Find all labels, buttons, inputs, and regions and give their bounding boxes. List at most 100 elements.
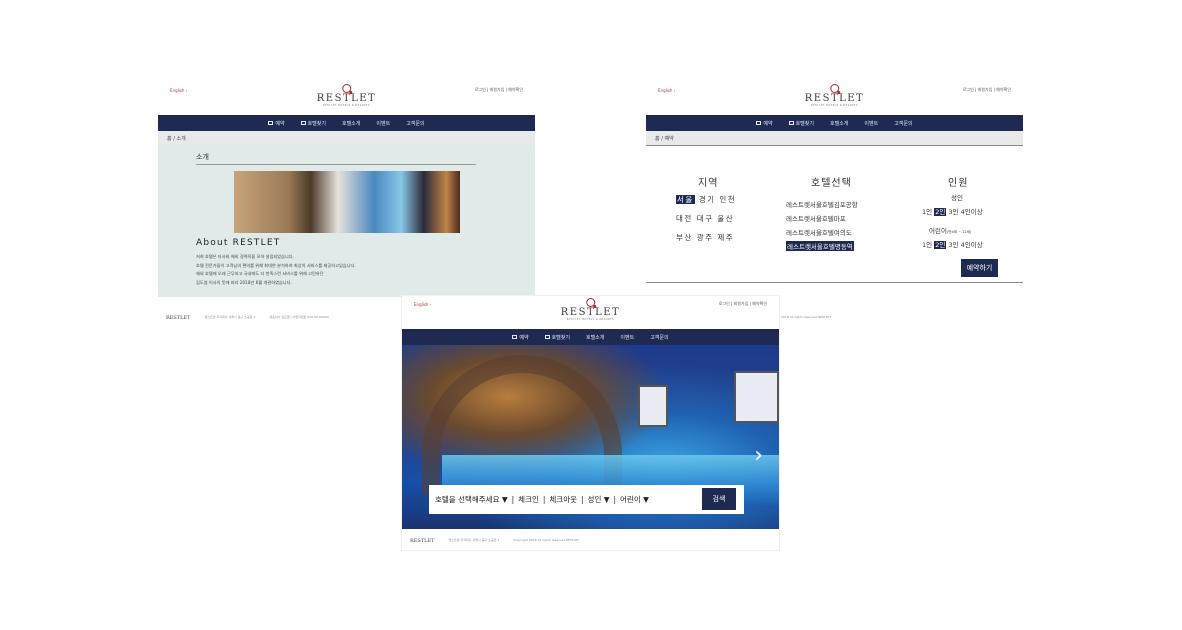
region-option[interactable]: 대전 bbox=[676, 214, 693, 223]
hotel-option-selected[interactable]: 레스트렛서울호텔명동역 bbox=[786, 241, 854, 251]
nav-about[interactable]: 호텔소개 bbox=[586, 334, 604, 341]
footer-logo: RESTLET bbox=[166, 315, 191, 321]
footer: RESTLET 레스트렛 주식회사 서울시 중구 소공로 1 Copyright… bbox=[402, 534, 779, 550]
calendar-icon bbox=[756, 121, 762, 125]
region-option[interactable]: 대구 bbox=[697, 214, 714, 223]
logo-mark-icon bbox=[342, 84, 352, 94]
window bbox=[734, 371, 779, 423]
nav-events[interactable]: 이벤트 bbox=[620, 334, 634, 341]
main-nav: 예약 호텔찾기 호텔소개 이벤트 고객문의 bbox=[646, 115, 1023, 131]
about-line: 호텔 전문가들이 고객님의 편의를 위해 최대한 분석하여 최상의 서비스를 제… bbox=[196, 262, 356, 268]
nav-about[interactable]: 호텔소개 bbox=[342, 120, 360, 127]
utility-links[interactable]: 로그인 | 회원가입 | 예약확인 bbox=[475, 87, 523, 93]
region-option[interactable]: 부산 bbox=[676, 233, 693, 242]
adult-option[interactable]: 3인 bbox=[948, 208, 958, 216]
adult-option[interactable]: 4인이상 bbox=[961, 208, 983, 216]
child-option-selected[interactable]: 2인 bbox=[934, 241, 947, 249]
region-row: 부산 광주 제주 bbox=[676, 232, 734, 243]
search-button[interactable]: 검색 bbox=[702, 488, 736, 510]
header: English › RESTLET RESTLET HOTELS & RESOR… bbox=[646, 82, 1023, 115]
search-icon bbox=[544, 335, 550, 339]
footer-info: 대표이사 김도엽 | 사업자번호 000-00-00000 bbox=[269, 315, 329, 319]
logo-subtitle: RESTLET HOTELS & RESORTS bbox=[810, 104, 859, 107]
search-icon bbox=[300, 121, 306, 125]
section-label: 소개 bbox=[196, 152, 476, 165]
footer-info: 레스트렛 주식회사 서울시 중구 소공로 1 bbox=[204, 315, 256, 319]
utility-links[interactable]: 로그인 | 회원가입 | 예약확인 bbox=[963, 87, 1011, 93]
nav-events[interactable]: 이벤트 bbox=[376, 120, 390, 127]
about-line: 저희 호텔은 타사와 해외 경력직을 모아 설립되었습니다. bbox=[196, 254, 294, 259]
calendar-icon bbox=[512, 335, 518, 339]
nav-reserve[interactable]: 예약 bbox=[512, 334, 529, 341]
utility-links[interactable]: 로그인 | 회원가입 | 예약확인 bbox=[719, 301, 767, 307]
home-page-screenshot: English › RESTLET RESTLET HOTELS & RESOR… bbox=[402, 296, 779, 550]
about-line: 김도엽 이사의 뜻에 따라 2018년 6월 개관하였습니다. bbox=[196, 279, 292, 285]
nav-reserve[interactable]: 예약 bbox=[756, 120, 773, 127]
logo-text: RESTLET bbox=[316, 93, 377, 104]
adult-option[interactable]: 1인 bbox=[922, 208, 932, 216]
header: English › RESTLET RESTLET HOTELS & RESOR… bbox=[402, 296, 779, 329]
about-line: 해외 호텔에 오래 근무하고 국내에도 더 만족스런 서비스를 위해 고민하던 bbox=[196, 271, 324, 277]
region-option[interactable]: 광주 bbox=[697, 233, 714, 242]
child-select[interactable]: 어린이 ▼ bbox=[620, 494, 649, 505]
divider bbox=[646, 282, 1023, 283]
logo-mark-icon bbox=[830, 84, 840, 94]
search-icon bbox=[788, 121, 794, 125]
hotel-option[interactable]: 레스트렛서울호텔김포공항 bbox=[786, 199, 858, 209]
language-link[interactable]: English › bbox=[414, 302, 431, 307]
hotel-select[interactable]: 호텔을 선택해주세요 ▼ bbox=[435, 494, 508, 505]
region-option[interactable]: 제주 bbox=[717, 233, 734, 242]
about-content: 소개 About RESTLET 저희 호텔은 타사와 해외 경력직을 모아 설… bbox=[158, 145, 535, 297]
reserve-button[interactable]: 예약하기 bbox=[961, 259, 998, 277]
region-option[interactable]: 인천 bbox=[719, 195, 736, 204]
about-title: About RESTLET bbox=[196, 238, 281, 248]
footer-logo: RESTLET bbox=[410, 538, 435, 544]
logo-subtitle: RESTLET HOTELS & RESORTS bbox=[566, 318, 615, 321]
nav-events[interactable]: 이벤트 bbox=[864, 120, 878, 127]
logo[interactable]: RESTLET RESTLET HOTELS & RESORTS bbox=[317, 84, 376, 107]
about-description: 저희 호텔은 타사와 해외 경력직을 모아 설립되었습니다. 호텔 전문가들이 … bbox=[196, 253, 496, 287]
adult-select[interactable]: 성인 ▼ bbox=[588, 494, 610, 505]
hotel-photo-strip bbox=[234, 171, 460, 233]
next-slide-arrow-icon[interactable]: › bbox=[754, 443, 763, 468]
hotel-option[interactable]: 레스트렛서울호텔마포 bbox=[786, 213, 846, 223]
adult-label: 성인 bbox=[951, 194, 963, 202]
footer-info: Copyright 2018 All rights reserved RESTL… bbox=[513, 538, 580, 542]
language-link[interactable]: English › bbox=[170, 88, 187, 93]
logo[interactable]: RESTLET RESTLET HOTELS & RESORTS bbox=[561, 298, 620, 321]
region-option-selected[interactable]: 서울 bbox=[676, 195, 695, 204]
region-option[interactable]: 경기 bbox=[699, 195, 716, 204]
child-options: 1인 2인 3인 4인이상 bbox=[922, 239, 983, 249]
adult-option-selected[interactable]: 2인 bbox=[934, 208, 947, 216]
about-page-screenshot: English › RESTLET RESTLET HOTELS & RESOR… bbox=[158, 82, 535, 327]
hotel-option[interactable]: 레스트렛서울호텔여의도 bbox=[786, 227, 852, 237]
people-header: 인원 bbox=[948, 178, 969, 189]
window bbox=[638, 385, 668, 427]
logo[interactable]: RESTLET RESTLET HOTELS & RESORTS bbox=[805, 84, 864, 107]
booking-page-screenshot: English › RESTLET RESTLET HOTELS & RESOR… bbox=[646, 82, 1023, 327]
logo-text: RESTLET bbox=[804, 93, 865, 104]
child-option[interactable]: 1인 bbox=[922, 241, 932, 249]
adult-options: 1인 2인 3인 4인이상 bbox=[922, 206, 983, 216]
language-link[interactable]: English › bbox=[658, 88, 675, 93]
booking-form: 지역 서울 경기 인천 대전 대구 울산 부산 광주 제주 호텔선택 레스트렛서… bbox=[646, 145, 1023, 297]
search-bar: 호텔을 선택해주세요 ▼ | 체크인 | 체크아웃 | 성인 ▼ | 어린이 ▼ 검색 bbox=[429, 485, 744, 514]
child-label: 어린이 bbox=[929, 227, 947, 235]
calendar-icon bbox=[268, 121, 274, 125]
checkout-field[interactable]: 체크아웃 bbox=[549, 494, 577, 505]
nav-find-hotel[interactable]: 호텔찾기 bbox=[544, 334, 570, 341]
child-option[interactable]: 3인 bbox=[948, 241, 958, 249]
logo-text: RESTLET bbox=[560, 307, 621, 318]
nav-contact[interactable]: 고객문의 bbox=[406, 120, 424, 127]
region-row: 대전 대구 울산 bbox=[676, 213, 734, 224]
nav-about[interactable]: 호텔소개 bbox=[830, 120, 848, 127]
child-label-row: 어린이(만4세 ~ 12세) bbox=[929, 225, 971, 235]
nav-contact[interactable]: 고객문의 bbox=[650, 334, 668, 341]
nav-find-hotel[interactable]: 호텔찾기 bbox=[300, 120, 326, 127]
checkin-field[interactable]: 체크인 bbox=[518, 494, 539, 505]
child-option[interactable]: 4인이상 bbox=[961, 241, 983, 249]
nav-reserve[interactable]: 예약 bbox=[268, 120, 285, 127]
region-option[interactable]: 울산 bbox=[717, 214, 734, 223]
nav-find-hotel[interactable]: 호텔찾기 bbox=[788, 120, 814, 127]
nav-contact[interactable]: 고객문의 bbox=[894, 120, 912, 127]
